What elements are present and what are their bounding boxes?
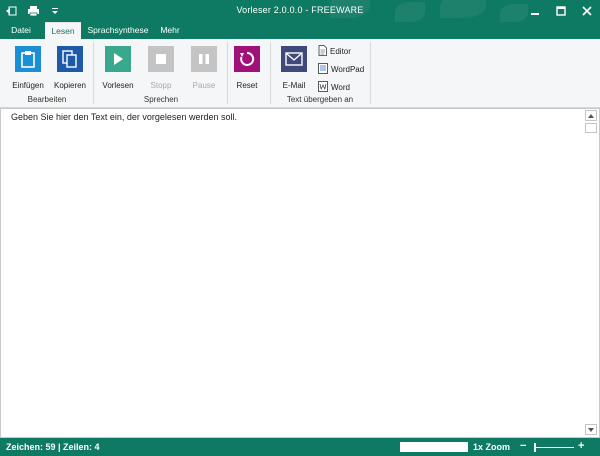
tab-lesen[interactable]: Lesen — [45, 22, 81, 39]
group-separator — [270, 42, 271, 104]
status-bar: Zeichen: 59 | Zeilen: 4 1x Zoom − + — [0, 438, 600, 456]
clipboard-icon — [15, 46, 41, 72]
vertical-scrollbar[interactable] — [585, 110, 597, 436]
group-separator — [93, 42, 94, 104]
einfuegen-button[interactable]: Einfügen — [8, 46, 48, 90]
word-icon — [318, 81, 328, 94]
tab-datei[interactable]: Datei — [4, 22, 38, 39]
scrollbar-thumb[interactable] — [585, 123, 597, 133]
reset-label: Reset — [236, 81, 258, 90]
vorlesen-label: Vorlesen — [102, 81, 134, 90]
vorlesen-button[interactable]: Vorlesen — [98, 46, 138, 90]
group-separator — [370, 42, 371, 104]
reset-icon — [234, 46, 260, 72]
tab-sprachsynthese[interactable]: Sprachsynthese — [86, 22, 150, 39]
zoom-out-button[interactable]: − — [520, 440, 526, 452]
pause-button[interactable]: Pause — [184, 46, 224, 90]
window-controls — [522, 0, 600, 22]
editor-button[interactable]: Editor — [318, 45, 351, 58]
reset-button[interactable]: Reset — [227, 46, 267, 90]
title-decoration — [395, 2, 425, 22]
kopieren-label: Kopieren — [53, 81, 87, 90]
status-field — [400, 442, 468, 452]
kopieren-button[interactable]: Kopieren — [50, 46, 90, 90]
zoom-in-button[interactable]: + — [578, 440, 584, 452]
play-icon — [105, 46, 131, 72]
group-label-uebergeben: Text übergeben an — [286, 95, 354, 104]
editor-text[interactable]: Geben Sie hier den Text ein, der vorgele… — [11, 112, 237, 122]
text-editor[interactable]: Geben Sie hier den Text ein, der vorgele… — [0, 108, 600, 438]
email-button[interactable]: E-Mail — [274, 46, 314, 90]
title-decoration — [440, 0, 486, 18]
character-line-count: Zeichen: 59 | Zeilen: 4 — [6, 442, 100, 452]
document-icon — [318, 45, 327, 58]
pause-icon — [191, 46, 217, 72]
minimize-icon[interactable] — [522, 0, 548, 22]
zoom-slider-thumb[interactable] — [534, 443, 536, 452]
copy-icon — [57, 46, 83, 72]
qat-dropdown-icon[interactable] — [48, 4, 62, 18]
stop-icon — [148, 46, 174, 72]
wordpad-button[interactable]: WordPad — [318, 63, 364, 76]
zoom-level: 1x Zoom — [473, 442, 511, 452]
einfuegen-label: Einfügen — [12, 81, 44, 90]
email-label: E-Mail — [282, 81, 306, 90]
pause-label: Pause — [192, 81, 216, 90]
printer-icon[interactable] — [26, 4, 40, 18]
close-icon[interactable] — [574, 0, 600, 22]
stopp-label: Stopp — [150, 81, 172, 90]
wordpad-icon — [318, 63, 328, 76]
group-label-sprechen: Sprechen — [143, 95, 179, 104]
word-button[interactable]: Word — [318, 81, 350, 94]
envelope-icon — [281, 46, 307, 72]
editor-label: Editor — [330, 47, 351, 56]
maximize-icon[interactable] — [548, 0, 574, 22]
tab-mehr[interactable]: Mehr — [155, 22, 185, 39]
back-icon[interactable] — [4, 4, 18, 18]
stopp-button[interactable]: Stopp — [141, 46, 181, 90]
quick-access-toolbar — [4, 4, 62, 18]
title-bar: Vorleser 2.0.0.0 - FREEWARE — [0, 0, 600, 22]
group-label-bearbeiten: Bearbeiten — [27, 95, 67, 104]
ribbon-tabs: Datei Lesen Sprachsynthese Mehr — [0, 22, 600, 39]
word-label: Word — [331, 83, 350, 92]
scroll-down-icon[interactable] — [585, 424, 597, 435]
ribbon-panel: Einfügen Kopieren Bearbeiten Vorlesen St… — [0, 39, 600, 108]
zoom-slider[interactable] — [534, 447, 574, 448]
scroll-up-icon[interactable] — [585, 110, 597, 121]
title-decoration — [330, 0, 370, 18]
wordpad-label: WordPad — [331, 65, 365, 74]
